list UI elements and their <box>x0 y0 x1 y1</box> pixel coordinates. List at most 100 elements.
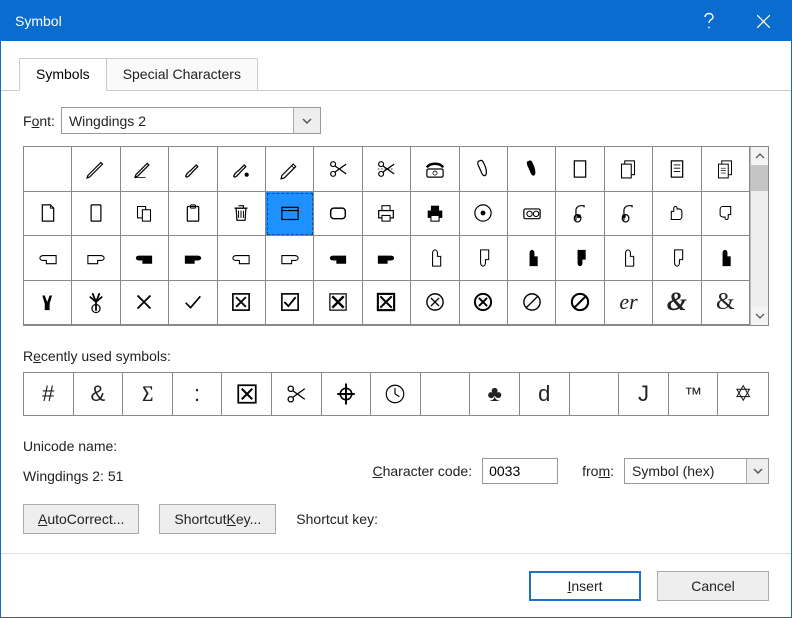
cancel-button[interactable]: Cancel <box>657 571 769 601</box>
close-button[interactable] <box>736 1 791 41</box>
circle-x-bold-icon[interactable] <box>460 281 508 326</box>
page-outline-icon[interactable] <box>24 192 72 237</box>
thumb-up-icon[interactable] <box>653 192 701 237</box>
hand-point-down-thin-icon[interactable] <box>653 236 701 281</box>
scrollbar[interactable] <box>750 147 768 325</box>
pen-icon[interactable] <box>72 147 120 192</box>
check-mark-icon[interactable] <box>169 281 217 326</box>
box-check-icon[interactable] <box>266 281 314 326</box>
from-label: from: <box>582 463 614 479</box>
recent-symbol-cell[interactable]: d <box>520 373 570 415</box>
phone-screen-icon[interactable] <box>72 192 120 237</box>
prohibited-bold-icon[interactable] <box>556 281 604 326</box>
box-x-icon[interactable] <box>218 281 266 326</box>
hand-point-right-outline-icon[interactable] <box>72 236 120 281</box>
pencil-icon[interactable] <box>266 147 314 192</box>
font-select[interactable]: Wingdings 2 <box>61 107 321 134</box>
trash-icon[interactable] <box>218 192 266 237</box>
font-select-value: Wingdings 2 <box>62 113 293 129</box>
circle-x-icon[interactable] <box>411 281 459 326</box>
recent-symbol-cell[interactable]: ∑ <box>123 373 173 415</box>
recent-symbol-cell[interactable] <box>371 373 421 415</box>
er-script-icon[interactable]: er <box>605 281 653 326</box>
char-code-label: Character code: <box>372 463 472 479</box>
hand-point-up-outline-icon[interactable] <box>411 236 459 281</box>
recent-symbol-cell[interactable] <box>421 373 471 415</box>
printer-solid-icon[interactable] <box>411 192 459 237</box>
recent-symbol-cell[interactable] <box>322 373 372 415</box>
hand-point-left-outline-icon[interactable] <box>24 236 72 281</box>
pages-icon[interactable] <box>605 147 653 192</box>
window-icon[interactable] <box>266 192 314 237</box>
help-button[interactable] <box>681 1 736 41</box>
disc-icon[interactable] <box>460 192 508 237</box>
recent-symbol-cell[interactable] <box>222 373 272 415</box>
box-x-heavy-icon[interactable] <box>363 281 411 326</box>
pages-two-icon[interactable] <box>121 192 169 237</box>
telephone-icon[interactable] <box>411 147 459 192</box>
scroll-up-icon[interactable] <box>751 147 768 165</box>
hand-point-down-outline-icon[interactable] <box>460 236 508 281</box>
recent-symbol-cell[interactable]: ✡ <box>718 373 768 415</box>
recent-symbol-cell[interactable]: : <box>173 373 223 415</box>
hand-spread-icon[interactable] <box>72 281 120 326</box>
hand-point-up-solid-icon[interactable] <box>702 236 750 281</box>
phone-handset-solid-icon[interactable] <box>508 147 556 192</box>
rounded-rect-icon[interactable] <box>314 192 362 237</box>
brush-drop-icon[interactable] <box>218 147 266 192</box>
hand-point-left-black-icon[interactable] <box>314 236 362 281</box>
recent-symbol-cell[interactable] <box>272 373 322 415</box>
recent-symbol-cell[interactable]: J <box>619 373 669 415</box>
clipboard-icon[interactable] <box>169 192 217 237</box>
dialog-footer: Insert Cancel <box>1 553 791 617</box>
recent-symbol-cell[interactable]: ♣ <box>470 373 520 415</box>
phone-handset-icon[interactable] <box>460 147 508 192</box>
from-select[interactable]: Symbol (hex) <box>624 458 769 484</box>
hand-point-up-black-icon[interactable] <box>508 236 556 281</box>
printer-icon[interactable] <box>363 192 411 237</box>
x-mark-icon[interactable] <box>121 281 169 326</box>
scroll-down-icon[interactable] <box>751 307 768 325</box>
pen-writing-icon[interactable] <box>121 147 169 192</box>
mouse-left-icon[interactable] <box>605 192 653 237</box>
hand-point-left-thin-icon[interactable] <box>218 236 266 281</box>
recent-symbol-cell[interactable]: & <box>74 373 124 415</box>
scissors-cut-icon[interactable] <box>363 147 411 192</box>
chevron-down-icon[interactable] <box>293 108 320 133</box>
chevron-down-icon[interactable] <box>746 459 768 483</box>
recent-symbol-cell[interactable] <box>570 373 620 415</box>
ampersand-script-icon[interactable]: & <box>653 281 701 326</box>
recent-symbol-cell[interactable]: # <box>24 373 74 415</box>
hand-point-right-thin-icon[interactable] <box>266 236 314 281</box>
victory-hand-icon[interactable] <box>24 281 72 326</box>
page-icon[interactable] <box>556 147 604 192</box>
shortcut-key-label: Shortcut key: <box>296 511 378 527</box>
insert-button[interactable]: Insert <box>529 571 641 601</box>
blank[interactable] <box>24 147 72 192</box>
hand-point-left-solid-icon[interactable] <box>121 236 169 281</box>
char-code-input[interactable] <box>482 458 558 484</box>
recent-symbol-cell[interactable]: ™ <box>669 373 719 415</box>
hand-point-right-solid-icon[interactable] <box>169 236 217 281</box>
prohibited-icon[interactable] <box>508 281 556 326</box>
ampersand-light-icon[interactable]: & <box>702 281 750 326</box>
autocorrect-button[interactable]: AutoCorrect... <box>23 504 139 534</box>
symbol-grid: er&& <box>24 147 750 325</box>
hand-point-right-black-icon[interactable] <box>363 236 411 281</box>
scissors-icon[interactable] <box>314 147 362 192</box>
thumb-down-icon[interactable] <box>702 192 750 237</box>
documents-icon[interactable] <box>702 147 750 192</box>
tab-bar: Symbols Special Characters <box>1 41 791 91</box>
hand-point-down-black-icon[interactable] <box>556 236 604 281</box>
document-icon[interactable] <box>653 147 701 192</box>
hand-point-up-thin-icon[interactable] <box>605 236 653 281</box>
tab-symbols[interactable]: Symbols <box>19 58 107 91</box>
tab-special-characters[interactable]: Special Characters <box>107 58 258 91</box>
mouse-right-icon[interactable] <box>556 192 604 237</box>
box-x-bold-icon[interactable] <box>314 281 362 326</box>
scroll-thumb[interactable] <box>751 165 768 191</box>
shortcut-key-button[interactable]: Shortcut Key... <box>159 504 276 534</box>
unicode-name-label: Unicode name: <box>23 438 123 454</box>
brush-icon[interactable] <box>169 147 217 192</box>
camera-icon[interactable] <box>508 192 556 237</box>
